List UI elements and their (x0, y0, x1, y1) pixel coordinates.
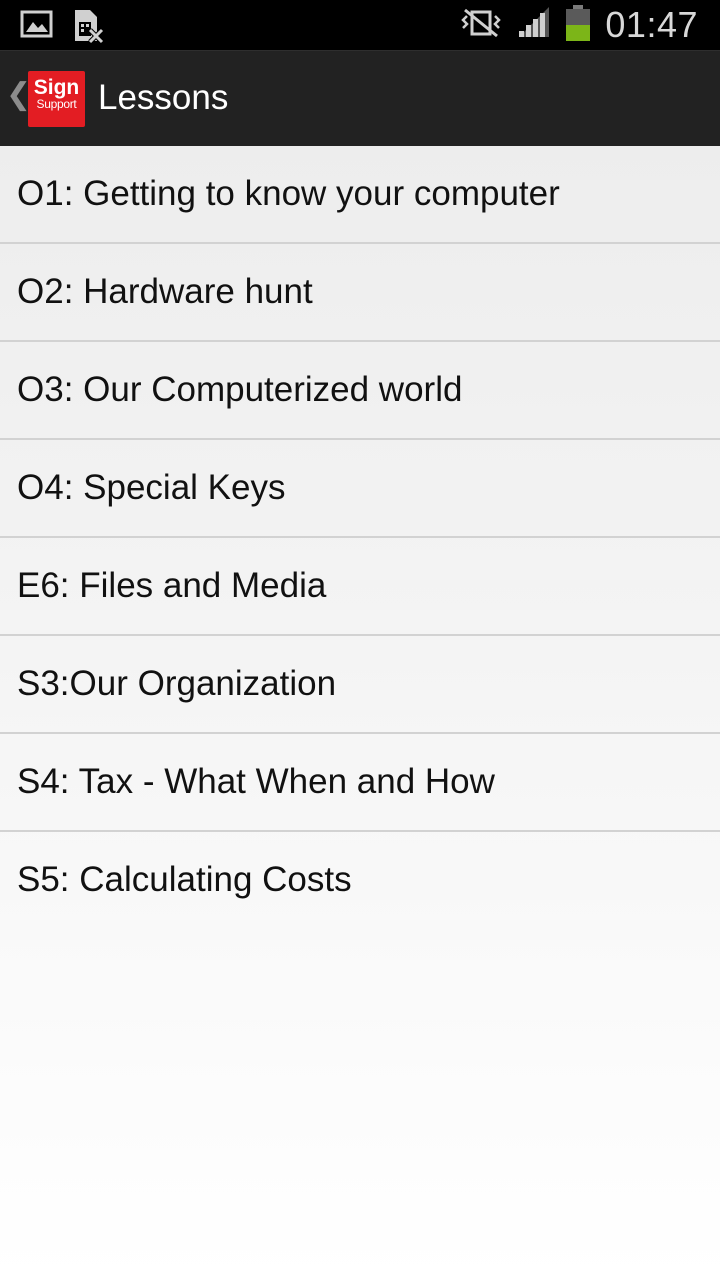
logo-text-support: Support (36, 97, 77, 111)
app-logo[interactable]: Sign Support (28, 71, 85, 127)
lesson-label: O2: Hardware hunt (17, 272, 313, 311)
lesson-label: S4: Tax - What When and How (17, 762, 495, 801)
status-bar: 01:47 (0, 0, 720, 50)
lesson-label: O4: Special Keys (17, 468, 286, 507)
notification-icons (20, 8, 104, 49)
lesson-item-o4[interactable]: O4: Special Keys (0, 440, 720, 538)
signal-icon (517, 6, 551, 44)
lesson-item-s5[interactable]: S5: Calculating Costs (0, 832, 720, 928)
battery-icon (565, 4, 591, 46)
action-bar: ❮ Sign Support Lessons (0, 50, 720, 146)
lesson-label: O1: Getting to know your computer (17, 174, 560, 213)
sim-error-icon (72, 8, 104, 49)
lesson-label: S3:Our Organization (17, 664, 337, 703)
page-title: Lessons (98, 78, 229, 117)
lesson-item-o1[interactable]: O1: Getting to know your computer (0, 146, 720, 244)
lesson-item-e6[interactable]: E6: Files and Media (0, 538, 720, 636)
status-clock: 01:47 (605, 4, 698, 45)
lesson-label: O3: Our Computerized world (17, 370, 463, 409)
logo-text-sign: Sign (33, 76, 80, 99)
lesson-item-s4[interactable]: S4: Tax - What When and How (0, 734, 720, 832)
image-notification-icon (20, 8, 54, 49)
lesson-item-o3[interactable]: O3: Our Computerized world (0, 342, 720, 440)
lesson-item-o2[interactable]: O2: Hardware hunt (0, 244, 720, 342)
lesson-item-s3[interactable]: S3:Our Organization (0, 636, 720, 734)
lesson-label: S5: Calculating Costs (17, 860, 352, 899)
vibrate-mute-icon (459, 8, 503, 43)
system-icons: 01:47 (459, 0, 698, 50)
lesson-list: O1: Getting to know your computer O2: Ha… (0, 146, 720, 928)
lesson-label: E6: Files and Media (17, 566, 327, 605)
